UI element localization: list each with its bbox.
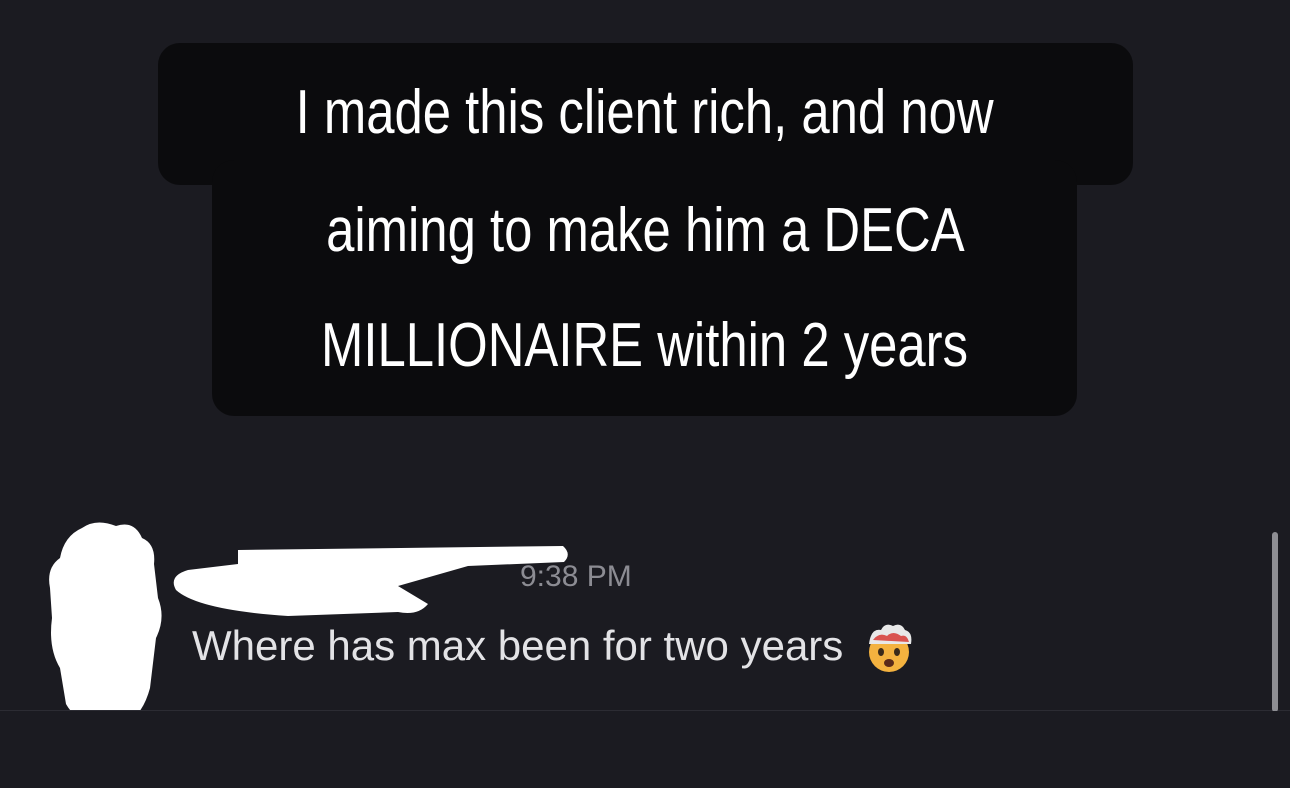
chat-message[interactable]: 9:38 PM Where has max been for two years bbox=[0, 500, 1290, 726]
username-redaction bbox=[173, 546, 568, 616]
message-body: Where has max been for two years bbox=[192, 618, 917, 674]
scrollbar[interactable] bbox=[1272, 532, 1278, 712]
chat-footer-area bbox=[0, 711, 1290, 788]
message-text: Where has max been for two years bbox=[192, 622, 844, 669]
chat-screen: I made this client rich, and now aiming … bbox=[0, 0, 1290, 788]
exploding-head-emoji-icon bbox=[869, 624, 912, 672]
caption-line-2: aiming to make him a DECA bbox=[325, 196, 965, 265]
avatar-redaction bbox=[49, 522, 162, 726]
caption-line-3: MILLIONAIRE within 2 years bbox=[321, 311, 969, 380]
caption-line-1: I made this client rich, and now bbox=[295, 78, 994, 147]
